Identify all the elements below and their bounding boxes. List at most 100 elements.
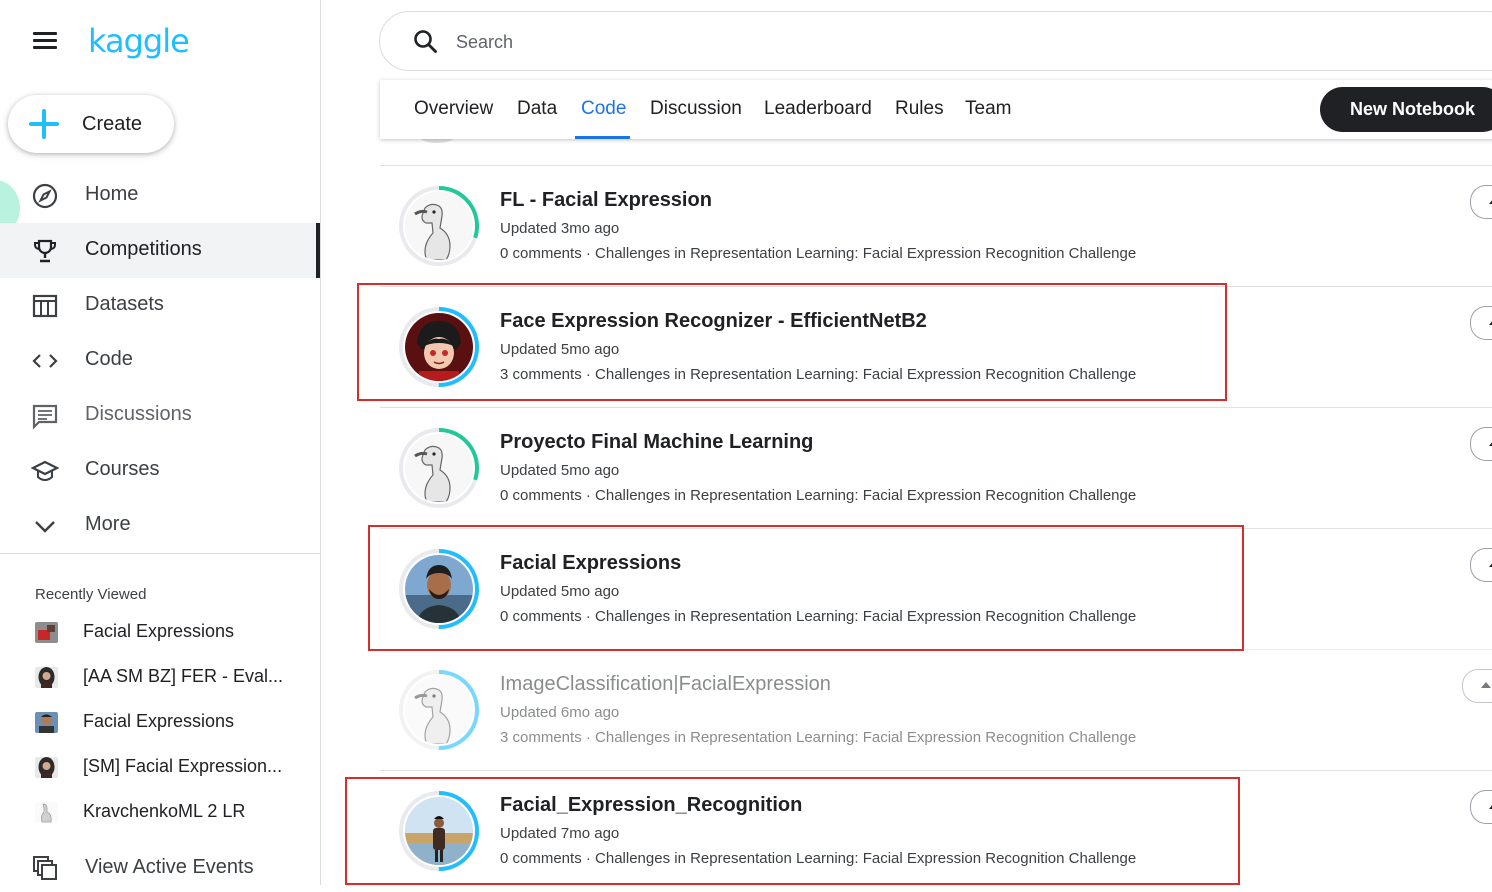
search-icon [414, 30, 437, 53]
sidebar-item-label: More [85, 513, 131, 535]
sidebar-item-code[interactable]: Code [0, 333, 320, 388]
recent-item-label: Facial Expressions [83, 711, 235, 731]
notebook-row[interactable]: Facial Expressions Updated 5mo ago 0 com… [380, 528, 1492, 650]
search-bar[interactable] [379, 11, 1492, 71]
man-outdoor-avatar-icon [405, 797, 473, 865]
author-avatar [398, 427, 480, 509]
sidebar-item-label: Datasets [85, 293, 164, 315]
notebook-meta: 0 comments · Challenges in Representatio… [500, 608, 1137, 625]
new-notebook-label: New Notebook [1350, 99, 1476, 119]
sidebar-item-competitions[interactable]: Competitions [0, 223, 320, 278]
create-button[interactable]: Create [8, 95, 174, 153]
man-avatar-icon [405, 555, 473, 623]
goose-avatar-icon [405, 434, 473, 502]
recent-item-label: [SM] Facial Expression... [83, 756, 283, 776]
notebook-row[interactable]: Facial_Expression_Recognition Updated 7m… [380, 770, 1492, 892]
avatar-thumb-icon [35, 667, 58, 688]
author-avatar [398, 790, 480, 872]
sidebar-item-label: Code [85, 348, 133, 370]
kaggle-logo[interactable]: kaggle [88, 22, 190, 60]
recent-item[interactable]: Facial Expressions [0, 612, 320, 652]
author-avatar [398, 306, 480, 388]
notebook-title[interactable]: FL - Facial Expression [500, 189, 712, 212]
author-avatar [398, 548, 480, 630]
notebook-row[interactable]: Face Expression Recognizer - EfficientNe… [380, 286, 1492, 408]
sidebar-item-courses[interactable]: Courses [0, 443, 320, 498]
tab-overview[interactable]: Overview [414, 98, 493, 120]
recently-viewed-heading: Recently Viewed [35, 586, 147, 603]
recent-item[interactable]: [SM] Facial Expression... [0, 747, 320, 787]
competition-tabs: Overview Data Code Discussion Leaderboar… [380, 80, 1492, 139]
recent-item[interactable]: KravchenkoML 2 LR [0, 792, 320, 832]
sidebar-item-more[interactable]: More [0, 498, 320, 553]
notebook-meta: 3 comments · Challenges in Representatio… [500, 729, 1137, 746]
sidebar-item-label: Discussions [85, 403, 192, 425]
partial-list-item [380, 138, 1492, 165]
upvote-button[interactable] [1470, 790, 1492, 824]
notebook-meta: 0 comments · Challenges in Representatio… [500, 487, 1137, 504]
goose-avatar-icon [405, 192, 473, 260]
upvote-button[interactable] [1470, 427, 1492, 461]
graduation-cap-icon [31, 460, 59, 482]
recent-item[interactable]: [AA SM BZ] FER - Eval... [0, 657, 320, 697]
upvote-button[interactable] [1470, 185, 1492, 219]
notebook-updated: Updated 5mo ago [500, 583, 620, 600]
view-active-events-link[interactable]: View Active Events [0, 848, 320, 888]
author-avatar [398, 185, 480, 267]
notebook-meta: 3 comments · Challenges in Representatio… [500, 366, 1137, 383]
recent-item[interactable]: Facial Expressions [0, 702, 320, 742]
plus-icon [29, 109, 59, 139]
notebook-row[interactable]: ImageClassification|FacialExpression Upd… [380, 649, 1492, 771]
tab-data[interactable]: Data [517, 98, 557, 120]
notebook-title[interactable]: Face Expression Recognizer - EfficientNe… [500, 310, 927, 333]
tab-team[interactable]: Team [965, 98, 1011, 120]
notebook-thumb-icon [35, 622, 58, 643]
sidebar-divider [0, 553, 320, 554]
notebook-meta: 0 comments · Challenges in Representatio… [500, 245, 1137, 262]
tab-leaderboard[interactable]: Leaderboard [764, 98, 872, 120]
sidebar-item-discussions[interactable]: Discussions [0, 388, 320, 443]
tab-rules[interactable]: Rules [895, 98, 944, 120]
notebook-updated: Updated 7mo ago [500, 825, 620, 842]
search-input[interactable] [454, 26, 1358, 58]
active-tab-indicator [575, 136, 630, 139]
notebook-updated: Updated 5mo ago [500, 341, 620, 358]
notebook-updated: Updated 5mo ago [500, 462, 620, 479]
notebook-row[interactable]: FL - Facial Expression Updated 3mo ago 0… [380, 165, 1492, 287]
avatar-thumb-icon [35, 712, 58, 733]
goose-thumb-icon [35, 802, 58, 823]
notebook-title[interactable]: ImageClassification|FacialExpression [500, 673, 831, 696]
notebook-row[interactable]: Proyecto Final Machine Learning Updated … [380, 407, 1492, 529]
notebook-updated: Updated 3mo ago [500, 220, 620, 237]
sidebar-item-datasets[interactable]: Datasets [0, 278, 320, 333]
goose-avatar-icon [405, 676, 473, 744]
recent-item-label: KravchenkoML 2 LR [83, 801, 246, 821]
view-active-events-label: View Active Events [85, 856, 254, 878]
layers-icon [33, 856, 57, 880]
sidebar-item-label: Courses [85, 458, 160, 480]
notebook-title[interactable]: Facial Expressions [500, 552, 681, 575]
notebook-title[interactable]: Proyecto Final Machine Learning [500, 431, 813, 454]
comments-icon [32, 404, 58, 430]
upvote-button[interactable] [1470, 548, 1492, 582]
notebook-meta: 0 comments · Challenges in Representatio… [500, 850, 1137, 867]
table-icon [32, 294, 58, 318]
recent-item-label: [AA SM BZ] FER - Eval... [83, 666, 284, 686]
upvote-button[interactable] [1462, 669, 1492, 703]
menu-hamburger-icon[interactable] [33, 32, 57, 50]
avatar-thumb-icon [35, 757, 58, 778]
compass-icon [32, 183, 58, 209]
new-notebook-button[interactable]: New Notebook [1320, 87, 1492, 132]
sidebar-item-home[interactable]: Home [0, 168, 320, 223]
chevron-down-icon [35, 521, 55, 533]
recent-item-label: Facial Expressions [83, 621, 235, 641]
trophy-icon [34, 239, 56, 263]
tab-code[interactable]: Code [581, 98, 626, 120]
create-label: Create [82, 113, 143, 135]
tab-discussion[interactable]: Discussion [650, 98, 742, 120]
notebook-updated: Updated 6mo ago [500, 704, 620, 721]
caret-up-icon [1481, 682, 1491, 688]
upvote-button[interactable] [1470, 306, 1492, 340]
cartoon-avatar-icon [405, 313, 473, 381]
notebook-title[interactable]: Facial_Expression_Recognition [500, 794, 802, 817]
